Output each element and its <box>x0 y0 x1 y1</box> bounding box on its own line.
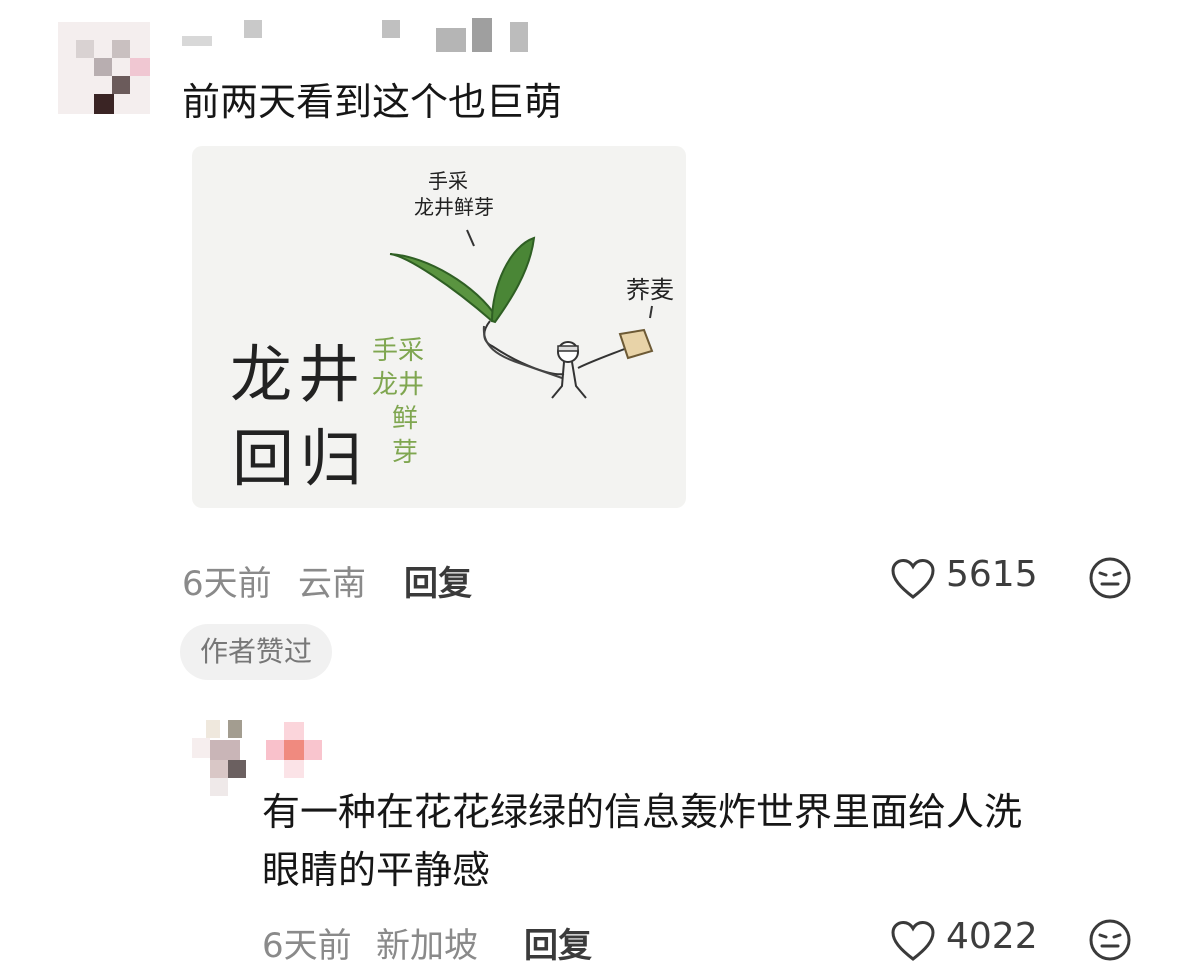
comment-location: 云南 <box>298 564 366 604</box>
like-count: 5615 <box>946 554 1038 595</box>
dislike-face-icon[interactable] <box>1088 556 1132 600</box>
image-title-line1: 龙井 <box>230 338 367 411</box>
image-leaf-caption: 手采 龙井鲜芽 <box>414 169 494 219</box>
reply-text-line2: 眼睛的平静感 <box>262 848 491 892</box>
avatar[interactable] <box>58 22 150 114</box>
heart-icon <box>891 920 935 961</box>
reply-button[interactable]: 回复 <box>404 556 472 605</box>
comment-image[interactable]: 龙井 回归 手采 龙井 鲜 芽 手采 龙井鲜芽 荞麦 <box>192 146 686 508</box>
comment-time: 6天前 <box>182 564 272 604</box>
reply-like-button[interactable]: 4022 <box>890 916 1040 964</box>
image-title-line2: 回归 <box>232 422 369 495</box>
image-figure-caption: 荞麦 <box>626 276 674 304</box>
reply-text-line1: 有一种在花花绿绿的信息轰炸世界里面给人洗 <box>262 790 1023 834</box>
username[interactable] <box>182 18 542 58</box>
reply-time: 6天前 <box>262 926 352 966</box>
reply-reply-button[interactable]: 回复 <box>524 918 592 967</box>
image-side-text: 手采 龙井 鲜 芽 <box>372 336 425 468</box>
author-liked-badge: 作者赞过 <box>180 624 333 680</box>
heart-icon <box>891 558 935 599</box>
reply-avatar[interactable] <box>192 720 248 796</box>
like-button[interactable]: 5615 <box>890 554 1040 602</box>
comment-text: 前两天看到这个也巨萌 <box>182 80 563 124</box>
reply-like-count: 4022 <box>946 916 1038 957</box>
reply-username[interactable] <box>266 722 326 780</box>
reply-dislike-face-icon[interactable] <box>1088 918 1132 962</box>
reply-location: 新加坡 <box>376 926 478 966</box>
